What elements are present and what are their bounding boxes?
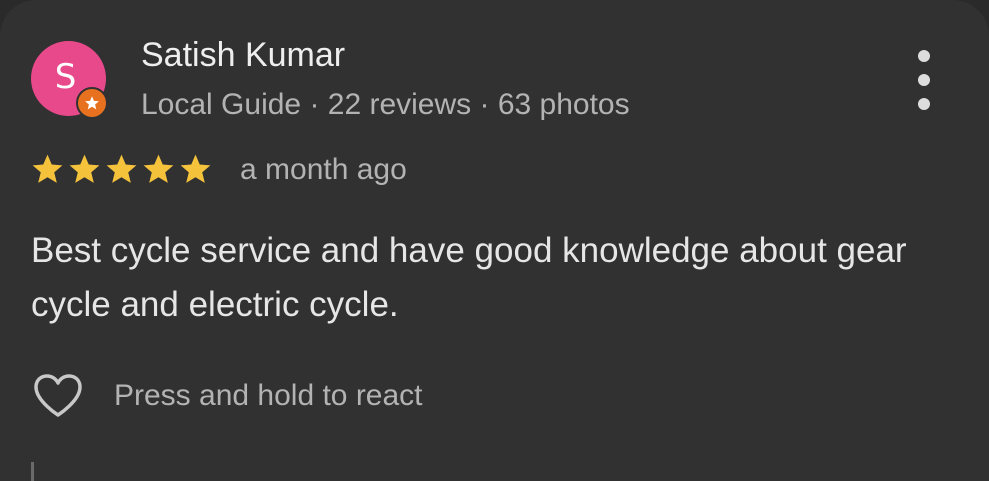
- heart-icon: [34, 374, 82, 417]
- review-time: a month ago: [240, 153, 407, 186]
- star-icon: [180, 154, 211, 183]
- review-card: S Satish Kumar Local Guide · 22 reviews …: [0, 0, 989, 481]
- author-name[interactable]: Satish Kumar: [141, 35, 345, 75]
- author-meta: Local Guide · 22 reviews · 63 photos: [141, 88, 630, 121]
- star-icon: [106, 154, 137, 183]
- react-button[interactable]: Press and hold to react: [30, 368, 423, 424]
- more-options-button[interactable]: [906, 50, 942, 110]
- more-vert-icon-dot: [918, 74, 930, 86]
- divider: [31, 462, 34, 481]
- review-text: Best cycle service and have good knowled…: [31, 231, 907, 324]
- more-vert-icon-dot: [918, 98, 930, 110]
- star-icon: [143, 154, 174, 183]
- star-rating: [30, 152, 213, 187]
- local-guide-badge-icon: [76, 87, 108, 119]
- star-icon: [69, 154, 100, 183]
- avatar-letter: S: [54, 56, 77, 97]
- more-vert-icon: [918, 50, 930, 62]
- react-label: Press and hold to react: [114, 379, 423, 412]
- star-icon: [32, 154, 63, 183]
